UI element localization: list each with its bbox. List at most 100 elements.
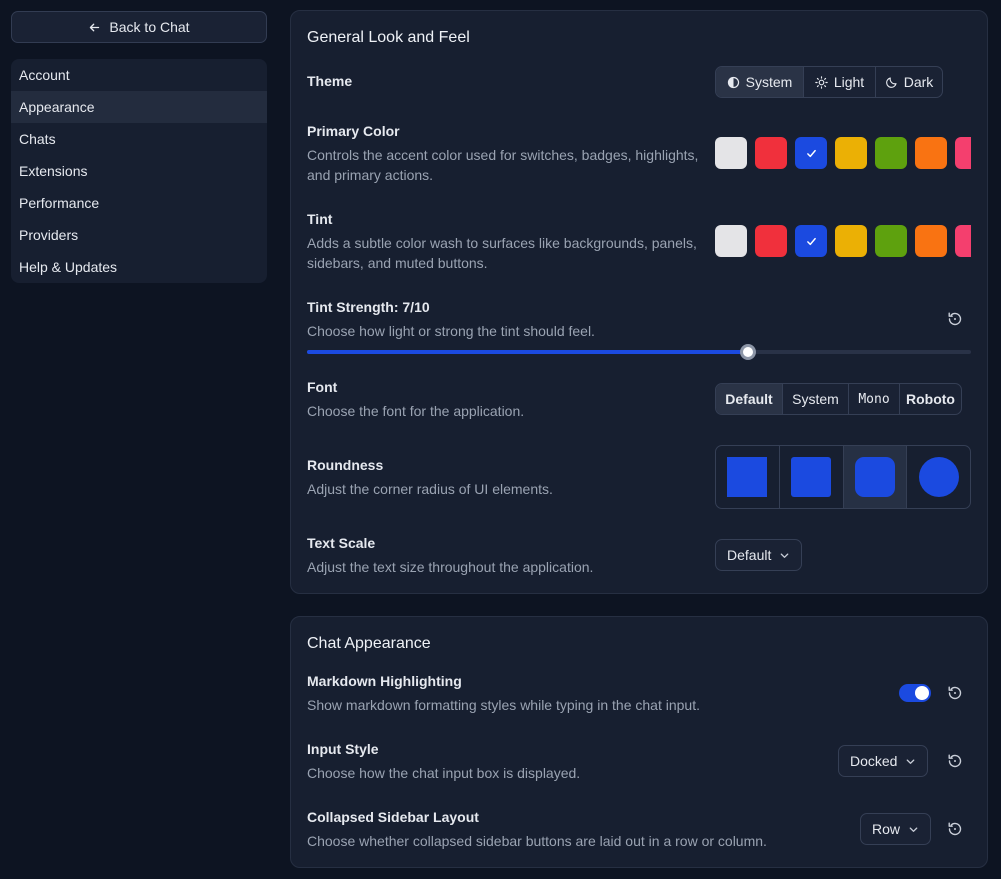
reset-icon[interactable]	[947, 685, 963, 701]
font-option-roboto[interactable]: Roboto	[900, 384, 961, 414]
dropdown-value: Docked	[850, 753, 898, 769]
sun-icon	[815, 75, 828, 89]
font-description: Choose the font for the application.	[307, 403, 525, 419]
sidebar-item-providers[interactable]: Providers	[11, 219, 267, 251]
theme-option-light[interactable]: Light	[804, 67, 876, 97]
color-swatch[interactable]	[755, 137, 787, 169]
input-style-description: Choose how the chat input box is display…	[307, 765, 581, 781]
color-swatch[interactable]	[955, 225, 971, 257]
font-option-mono[interactable]: Mono	[849, 384, 900, 414]
input-style-dropdown[interactable]: Docked	[838, 745, 929, 777]
text-scale-dropdown[interactable]: Default	[715, 539, 803, 571]
sidebar-item-chats[interactable]: Chats	[11, 123, 267, 155]
check-icon	[806, 237, 816, 245]
color-swatch[interactable]	[795, 137, 827, 169]
roundness-label: Roundness	[307, 457, 384, 473]
color-swatch[interactable]	[955, 137, 971, 169]
roundness-description: Adjust the corner radius of UI elements.	[307, 481, 553, 497]
roundness-option-small[interactable]	[780, 446, 844, 508]
reset-icon[interactable]	[947, 821, 963, 837]
check-icon	[806, 149, 816, 157]
sidebar-item-performance[interactable]: Performance	[11, 187, 267, 219]
markdown-highlighting-label: Markdown Highlighting	[307, 673, 462, 689]
section-title: General Look and Feel	[307, 29, 470, 46]
tint-description: Adds a subtle color wash to surfaces lik…	[307, 235, 697, 271]
color-swatch[interactable]	[755, 225, 787, 257]
primary-color-label: Primary Color	[307, 123, 400, 139]
back-to-chat-label: Back to Chat	[109, 19, 190, 35]
dropdown-value: Default	[727, 547, 772, 563]
sidebar-item-label: Appearance	[19, 99, 95, 115]
font-option-default[interactable]: Default	[716, 384, 783, 414]
primary-color-description: Controls the accent color used for switc…	[307, 147, 699, 183]
theme-label: Theme	[307, 73, 353, 89]
sidebar-item-extensions[interactable]: Extensions	[11, 155, 267, 187]
text-scale-description: Adjust the text size throughout the appl…	[307, 559, 594, 575]
color-swatch[interactable]	[835, 137, 867, 169]
reset-icon[interactable]	[947, 753, 963, 769]
color-swatch[interactable]	[875, 137, 907, 169]
text-scale-label: Text Scale	[307, 535, 376, 551]
sidebar-item-label: Providers	[19, 227, 79, 243]
chevron-down-icon	[781, 552, 789, 558]
slider-fill	[307, 350, 748, 354]
roundness-option-medium[interactable]	[843, 446, 908, 508]
font-option-label: Default	[725, 391, 773, 407]
color-swatch[interactable]	[915, 137, 947, 169]
sidebar-item-label: Performance	[19, 195, 100, 211]
sidebar-item-appearance[interactable]: Appearance	[11, 91, 267, 123]
tint-strength-description: Choose how light or strong the tint shou…	[307, 323, 595, 339]
theme-option-dark[interactable]: Dark	[876, 67, 942, 97]
chevron-down-icon	[909, 826, 918, 832]
font-option-label: System	[792, 391, 839, 407]
tint-swatches	[715, 224, 971, 258]
font-option-label: Mono	[858, 391, 890, 407]
theme-option-system[interactable]: System	[716, 67, 804, 97]
collapsed-sidebar-description: Choose whether collapsed sidebar buttons…	[307, 833, 767, 849]
arrow-left-icon	[90, 23, 100, 31]
roundness-preview	[854, 457, 895, 497]
sidebar-item-help-updates[interactable]: Help & Updates	[11, 251, 267, 283]
general-look-card: General Look and Feel Theme System Light…	[290, 10, 988, 594]
back-to-chat-button[interactable]: Back to Chat	[11, 11, 267, 43]
settings-nav: Account Appearance Chats Extensions Perf…	[11, 59, 267, 283]
primary-color-swatches	[715, 136, 971, 170]
sidebar-item-label: Extensions	[19, 163, 88, 179]
theme-option-label: Dark	[903, 74, 934, 90]
theme-selector: System Light Dark	[715, 66, 943, 98]
markdown-highlighting-description: Show markdown formatting styles while ty…	[307, 697, 700, 713]
input-style-label: Input Style	[307, 741, 379, 757]
tint-strength-slider[interactable]	[307, 344, 971, 360]
font-option-label: Roboto	[906, 391, 955, 407]
slider-thumb[interactable]	[740, 344, 756, 360]
roundness-preview	[918, 457, 959, 497]
tint-label: Tint	[307, 211, 333, 227]
font-label: Font	[307, 379, 338, 395]
color-swatch[interactable]	[875, 225, 907, 257]
sidebar-item-account[interactable]: Account	[11, 59, 267, 91]
chevron-down-icon	[907, 758, 915, 764]
theme-option-label: System	[745, 74, 793, 90]
markdown-highlighting-toggle[interactable]	[899, 684, 931, 702]
roundness-option-full[interactable]	[907, 446, 970, 508]
reset-icon[interactable]	[947, 311, 963, 327]
roundness-option-none[interactable]	[716, 446, 780, 508]
color-swatch[interactable]	[715, 225, 747, 257]
font-option-system[interactable]: System	[783, 384, 849, 414]
color-swatch[interactable]	[915, 225, 947, 257]
font-selector: Default System Mono Roboto	[715, 383, 962, 415]
collapsed-sidebar-label: Collapsed Sidebar Layout	[307, 809, 479, 825]
color-swatch[interactable]	[795, 225, 827, 257]
sidebar-item-label: Help & Updates	[19, 259, 118, 275]
toggle-knob	[915, 686, 929, 700]
color-swatch[interactable]	[835, 225, 867, 257]
color-swatch[interactable]	[715, 137, 747, 169]
moon-icon	[885, 76, 897, 88]
roundness-preview	[791, 457, 832, 497]
chat-appearance-card: Chat Appearance Markdown Highlighting Sh…	[290, 616, 988, 868]
tint-strength-label: Tint Strength: 7/10	[307, 299, 430, 315]
collapsed-sidebar-dropdown[interactable]: Row	[860, 813, 932, 845]
roundness-preview	[727, 457, 768, 497]
dropdown-value: Row	[872, 821, 901, 837]
theme-option-label: Light	[833, 74, 865, 90]
